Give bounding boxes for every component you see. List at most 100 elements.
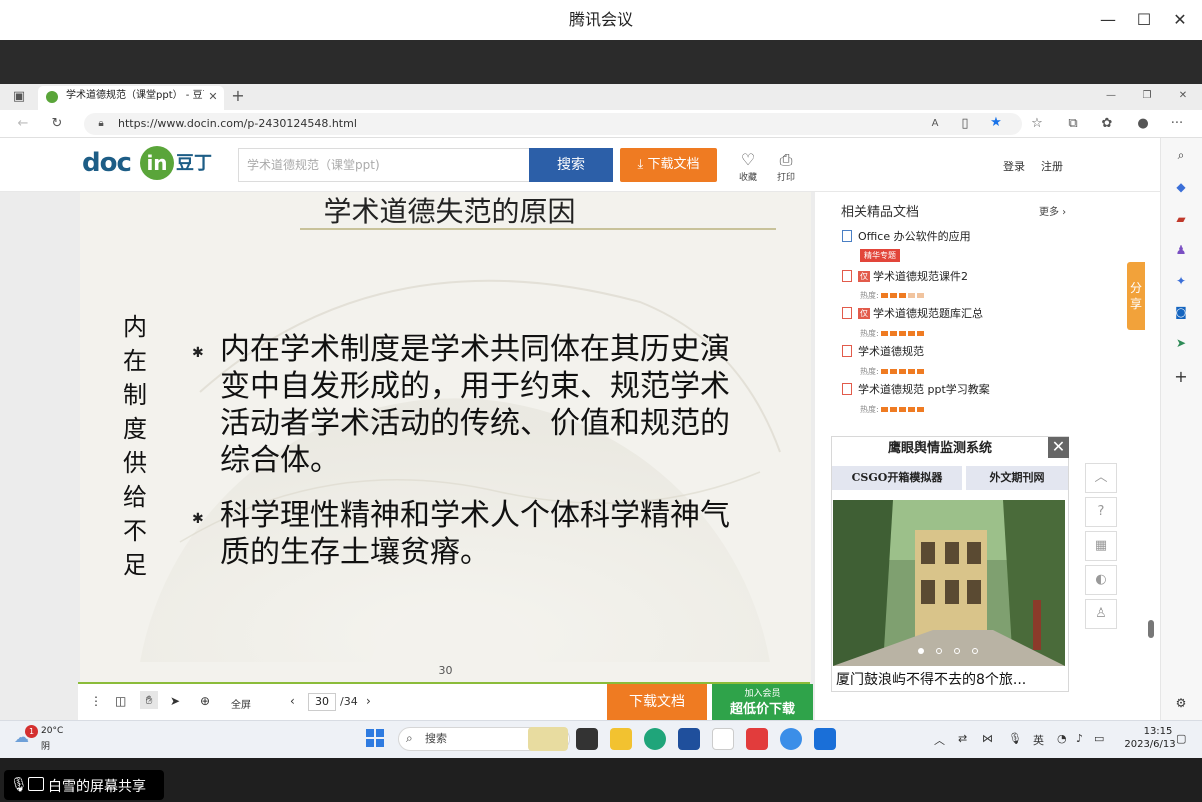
print-action[interactable]: ⎙ 打印 <box>771 150 801 183</box>
browser-close-icon[interactable]: ✕ <box>1174 88 1192 104</box>
store-icon[interactable] <box>678 728 700 750</box>
reader-view-icon[interactable]: ▯ <box>956 116 974 132</box>
carousel-dot[interactable] <box>918 648 924 654</box>
ime-lang[interactable]: 英 <box>1033 732 1044 748</box>
read-aloud-icon[interactable]: A <box>926 116 944 132</box>
favorite-star-icon[interactable]: ★ <box>987 115 1005 131</box>
download-document-button[interactable]: ⤓ 下载文档 <box>620 148 717 182</box>
new-tab-icon[interactable]: + <box>229 88 247 104</box>
tab-actions-icon[interactable]: ▣ <box>10 89 28 105</box>
help-icon[interactable]: ? <box>1085 497 1117 527</box>
wifi-icon[interactable]: ◔ <box>1057 732 1067 745</box>
select-pointer-icon[interactable]: ➤ <box>170 694 180 708</box>
shopping-tag-icon[interactable]: ◆ <box>1170 178 1192 196</box>
zoom-in-icon[interactable]: ⊕ <box>200 694 210 708</box>
outlook-icon[interactable]: ◙ <box>1170 303 1192 321</box>
next-page-icon[interactable]: › <box>366 694 371 708</box>
task-view-icon[interactable] <box>576 728 598 750</box>
cloud-app-icon[interactable] <box>780 728 802 750</box>
tools-icon[interactable]: ▰ <box>1170 210 1192 228</box>
extension-icon[interactable]: ✿ <box>1098 116 1116 132</box>
ad-close-icon[interactable]: ✕ <box>1048 437 1069 458</box>
docin-logo-ding[interactable]: 豆丁 <box>176 152 212 176</box>
related-doc-item[interactable]: 学术道德规范 <box>842 344 1042 360</box>
more-menu-icon[interactable]: ··· <box>1168 116 1186 132</box>
favorite-action[interactable]: ♡ 收藏 <box>733 150 763 183</box>
file-explorer-icon[interactable] <box>610 728 632 750</box>
tray-app-icon[interactable]: ⇄ <box>958 732 967 745</box>
carousel-dot[interactable] <box>936 648 942 654</box>
page-number-input[interactable]: 30 <box>308 693 336 711</box>
related-doc-item[interactable]: 学术道德规范 ppt学习教案 <box>842 382 1042 398</box>
app-icon[interactable] <box>712 728 734 750</box>
volume-icon[interactable]: ♪ <box>1076 732 1083 745</box>
tencent-meeting-icon[interactable] <box>814 728 836 750</box>
windows-start-icon[interactable] <box>366 729 384 747</box>
clock-date[interactable]: 2023/6/13 <box>1120 739 1180 750</box>
hand-tool-icon[interactable]: ✋︎ <box>140 691 158 709</box>
drop-icon[interactable]: ➤ <box>1170 334 1192 352</box>
browser-restore-icon[interactable]: ❐ <box>1138 88 1156 104</box>
ad-link[interactable]: CSGO开箱模拟器 <box>832 466 962 490</box>
maximize-icon[interactable]: ☐ <box>1132 8 1156 32</box>
qq-icon[interactable]: ♙ <box>1085 599 1117 629</box>
register-link[interactable]: 注册 <box>1041 158 1063 174</box>
tray-app-icon[interactable]: ⋈ <box>982 732 993 745</box>
notification-icon[interactable]: ▢ <box>1176 732 1186 745</box>
side-heading-char: 在 <box>123 347 147 375</box>
scrollbar-thumb[interactable] <box>1148 620 1154 638</box>
favorites-icon[interactable]: ☆ <box>1028 116 1046 132</box>
search-icon[interactable]: ⌕ <box>1170 146 1192 164</box>
prev-page-icon[interactable]: ‹ <box>290 694 295 708</box>
share-tab[interactable]: 分享 <box>1127 262 1145 330</box>
more-link[interactable]: 更多 › <box>1039 203 1066 218</box>
ad-header[interactable]: 鹰眼舆情监测系统 <box>832 437 1048 461</box>
browser-minimize-icon[interactable]: — <box>1102 88 1120 104</box>
minimize-icon[interactable]: — <box>1096 8 1120 32</box>
ad-caption[interactable]: 厦门鼓浪屿不得不去的8个旅... <box>836 670 1066 690</box>
docin-logo-doc[interactable]: doc <box>82 148 132 178</box>
qr-code-icon[interactable]: ▦ <box>1085 531 1117 561</box>
search-highlight-icon[interactable] <box>528 727 568 751</box>
carousel-dot[interactable] <box>972 648 978 654</box>
battery-icon[interactable]: ▭ <box>1094 732 1104 745</box>
add-sidebar-app-icon[interactable]: + <box>1170 368 1192 386</box>
related-doc-title: 学术道德规范 ppt学习教案 <box>858 383 990 396</box>
back-icon[interactable]: ← <box>14 116 32 132</box>
wechat-icon[interactable]: ◐ <box>1085 565 1117 595</box>
tray-expand-icon[interactable]: ︿ <box>934 732 945 748</box>
collections-icon[interactable]: ⧉ <box>1064 116 1082 132</box>
more-vertical-icon[interactable]: ⋮ <box>90 694 102 708</box>
docin-search-button[interactable]: 搜索 <box>529 148 613 182</box>
huawei-icon[interactable] <box>746 728 768 750</box>
clock-time[interactable]: 13:15 <box>1138 726 1178 737</box>
ad-photo-street[interactable] <box>833 500 1065 666</box>
profile-icon[interactable]: ● <box>1134 116 1152 132</box>
back-to-top-icon[interactable]: ︿ <box>1085 463 1117 493</box>
refresh-icon[interactable]: ↻ <box>48 116 66 132</box>
related-doc-item[interactable]: Office 办公软件的应用 <box>842 229 1042 245</box>
docin-logo-in[interactable]: in <box>140 146 174 180</box>
settings-gear-icon[interactable]: ⚙ <box>1170 694 1192 712</box>
related-doc-item[interactable]: 仅学术道德规范题库汇总 <box>842 306 1042 322</box>
edge-browser-icon[interactable] <box>644 728 666 750</box>
close-icon[interactable]: ✕ <box>1168 8 1192 32</box>
fullscreen-button[interactable]: 全屏 <box>231 696 251 711</box>
weather-temp[interactable]: 20°C <box>41 726 63 736</box>
games-icon[interactable]: ♟ <box>1170 241 1192 259</box>
lock-icon[interactable]: 🔒︎ <box>92 116 110 132</box>
docin-search-input[interactable]: 学术道德规范（课堂ppt) <box>238 148 530 182</box>
carousel-dot[interactable] <box>954 648 960 654</box>
vip-download-button[interactable]: 加入会员 超低价下载 <box>712 684 813 720</box>
heat-meter: 热度: <box>860 366 926 377</box>
sidebar-toggle-icon[interactable]: ◫ <box>115 694 126 708</box>
tab-close-icon[interactable]: ✕ <box>204 89 222 105</box>
download-document-bottom-button[interactable]: 下载文档 <box>607 684 707 720</box>
related-doc-item[interactable]: 仅学术道德规范课件2 <box>842 269 1042 285</box>
microphone-icon[interactable]: 🎙︎ <box>10 777 28 793</box>
login-link[interactable]: 登录 <box>1003 158 1025 174</box>
weather-condition[interactable]: 阴 <box>41 739 50 752</box>
microphone-icon[interactable]: 🎙︎ <box>1008 732 1022 745</box>
ad-link[interactable]: 外文期刊网 <box>966 466 1068 490</box>
microsoft-365-icon[interactable]: ✦ <box>1170 272 1192 290</box>
